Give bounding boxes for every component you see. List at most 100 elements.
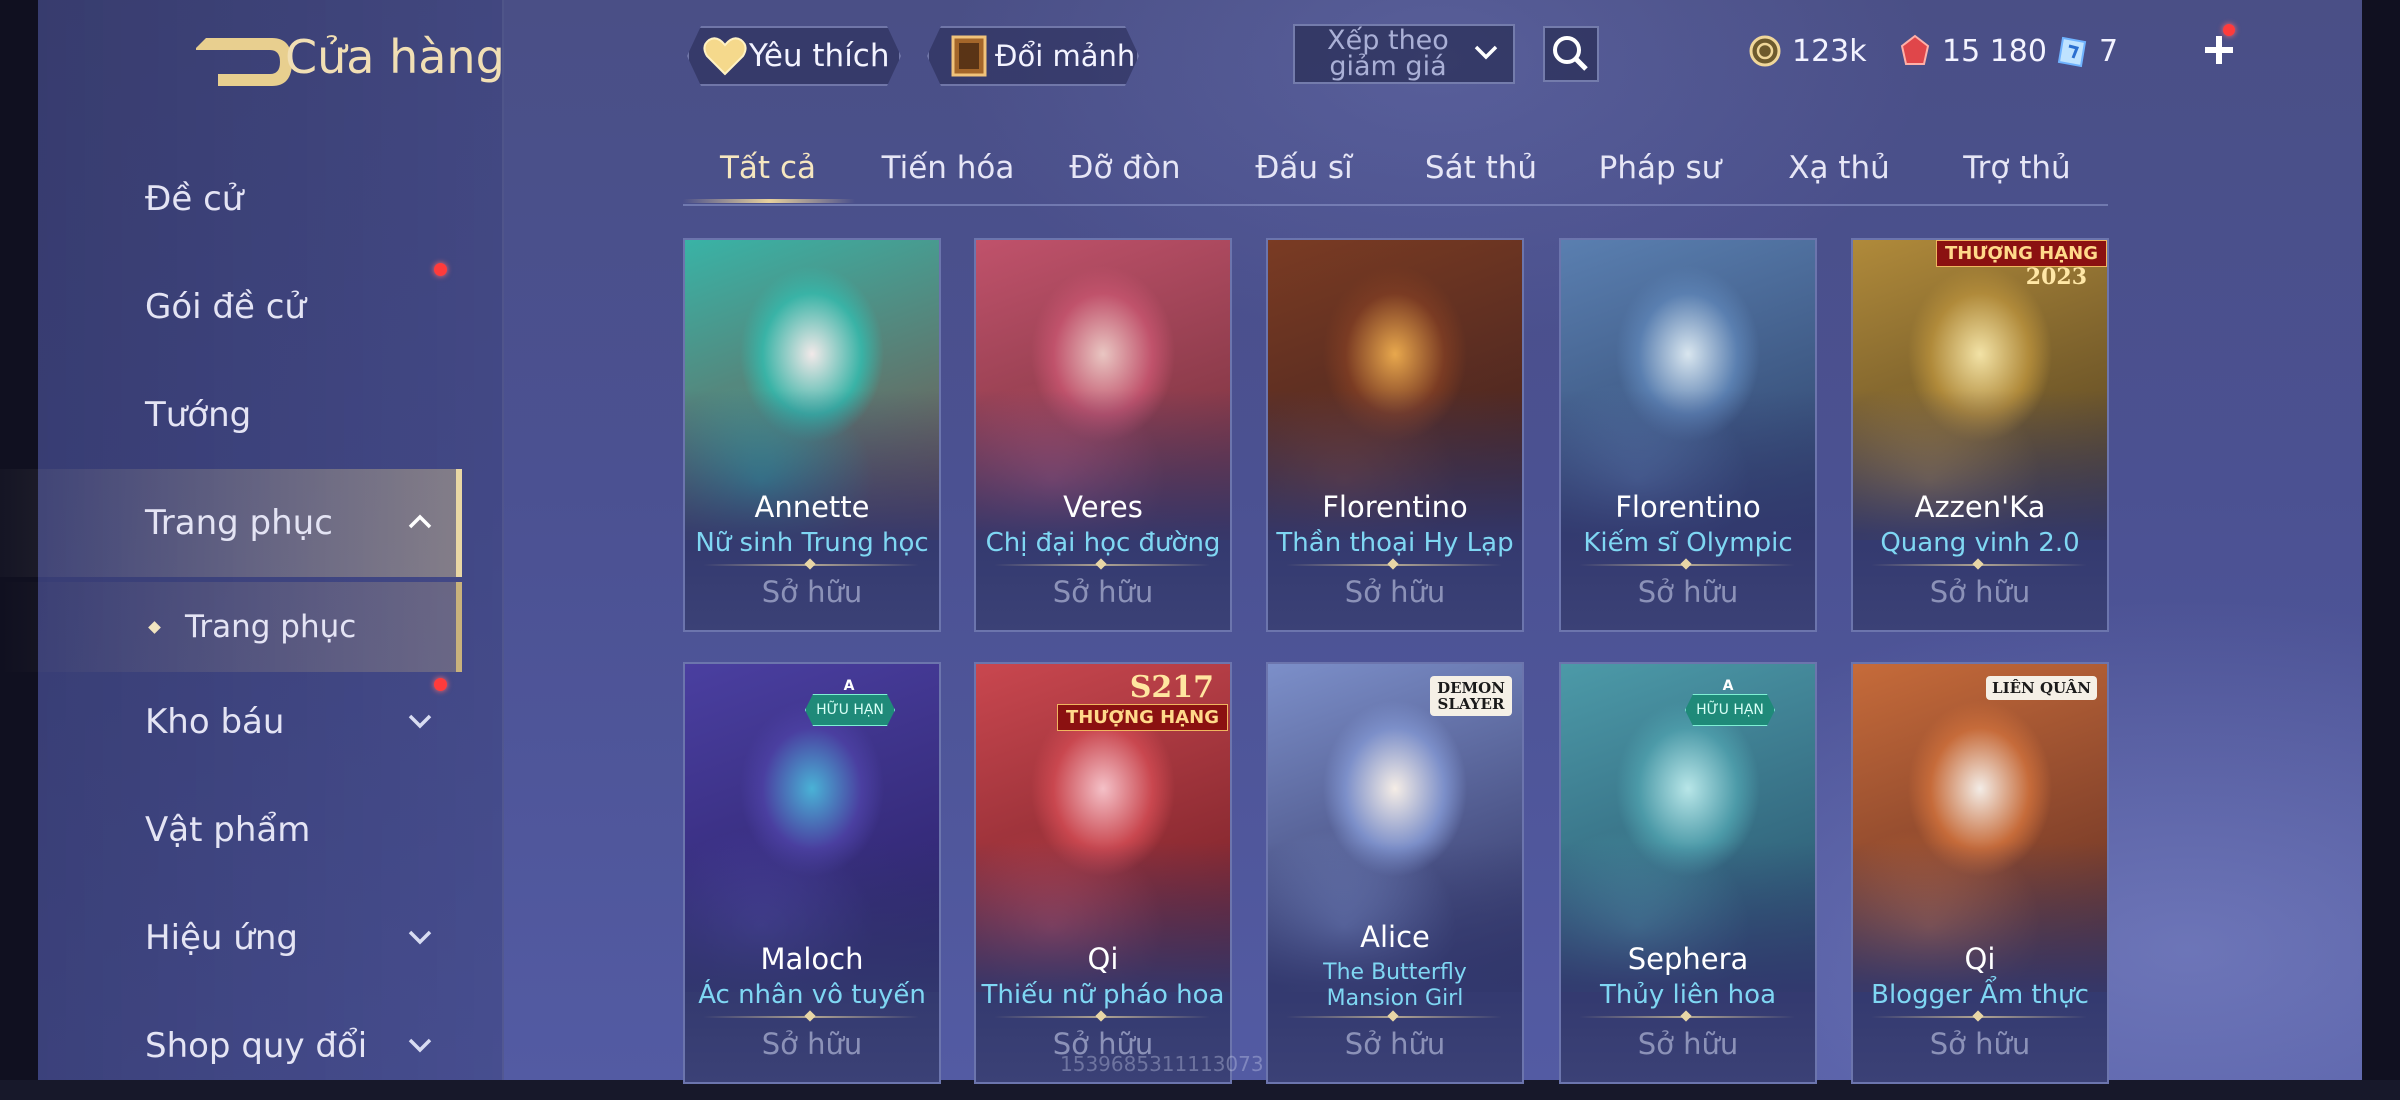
category-tabs: Tất cả Tiến hóa Đỡ đòn Đấu sĩ Sát thủ Ph… xyxy=(683,140,2108,206)
card-divider xyxy=(994,564,1210,566)
sidebar-item-heroes[interactable]: Tướng xyxy=(0,361,462,469)
chevron-down-icon xyxy=(408,714,432,729)
tab-tank[interactable]: Đỡ đòn xyxy=(1040,150,1210,200)
sidebar-item-label: Vật phẩm xyxy=(145,810,311,850)
hero-name: Annette xyxy=(754,490,870,524)
search-icon xyxy=(1553,36,1588,71)
skin-name: Kiếm sĩ Olympic xyxy=(1583,528,1793,558)
owned-status: Sở hữu xyxy=(1637,575,1739,609)
sidebar-item-label: Trang phục xyxy=(185,609,357,645)
skin-card[interactable]: Annette Nữ sinh Trung học Sở hữu xyxy=(683,238,941,632)
sidebar-item-effects[interactable]: Hiệu ứng xyxy=(0,884,462,992)
sidebar-item-recommended[interactable]: Đề cử xyxy=(0,145,462,253)
skin-card[interactable]: Florentino Thần thoại Hy Lạp Sở hữu xyxy=(1266,238,1524,632)
owned-status: Sở hữu xyxy=(1344,1027,1446,1061)
skin-name: Nữ sinh Trung học xyxy=(695,528,929,558)
voucher-amount: 7 xyxy=(2099,33,2119,69)
skin-card[interactable]: Alice The Butterfly Mansion Girl Sở hữu DEM… xyxy=(1266,662,1524,1084)
skin-card[interactable]: Veres Chị đại học đường Sở hữu xyxy=(974,238,1232,632)
voucher-icon xyxy=(2057,36,2087,68)
exchange-shards-button[interactable]: Đổi mảnh xyxy=(927,26,1139,86)
skin-name: Thiếu nữ pháo hoa xyxy=(981,980,1225,1010)
watermark: 1539685311113073 xyxy=(1060,1052,1264,1076)
season-badge: S217 xyxy=(1129,670,1214,705)
collab-logo: LIÊN QUÂN xyxy=(1986,676,2097,700)
sidebar-item-label: Tướng xyxy=(145,395,252,435)
sort-dropdown[interactable]: Xếp theo giảm giá xyxy=(1293,24,1515,84)
tab-mage[interactable]: Pháp sư xyxy=(1575,150,1745,200)
owned-status: Sở hữu xyxy=(1052,575,1154,609)
owned-status: Sở hữu xyxy=(1929,1027,2031,1061)
add-currency-button[interactable] xyxy=(2197,24,2241,72)
skin-card[interactable]: Qi Blogger Ẩm thực Sở hữu LIÊN QUÂN xyxy=(1851,662,2109,1084)
tab-label: Tất cả xyxy=(720,150,816,186)
sort-label: Xếp theo giảm giá xyxy=(1327,25,1449,82)
tab-label: Pháp sư xyxy=(1598,150,1722,186)
skin-card[interactable]: Florentino Kiếm sĩ Olympic Sở hữu xyxy=(1559,238,1817,632)
hero-name: Florentino xyxy=(1322,490,1468,524)
favorites-button[interactable]: Yêu thích xyxy=(687,26,901,86)
sidebar-item-exchange-shop[interactable]: Shop quy đổi xyxy=(0,992,462,1100)
tab-assassin[interactable]: Sát thủ xyxy=(1396,150,1566,200)
tab-fighter[interactable]: Đấu sĩ xyxy=(1219,150,1389,200)
sidebar-item-recommended-packs[interactable]: Gói đề cử xyxy=(0,253,462,361)
exchange-label: Đổi mảnh xyxy=(995,39,1136,73)
sidebar-item-skins[interactable]: Trang phục xyxy=(0,469,462,577)
year-badge: 2023 xyxy=(2025,264,2087,290)
card-divider xyxy=(1579,564,1795,566)
ruby-amount: 15 180 xyxy=(1942,33,2047,69)
skin-card[interactable]: Azzen'Ka Quang vinh 2.0 Sở hữu THƯỢNG HẠNG 2… xyxy=(1851,238,2109,632)
sidebar-subitem-skins[interactable]: Trang phục xyxy=(0,582,462,672)
limited-badge: HỮU HẠN xyxy=(1685,694,1775,726)
card-divider xyxy=(1871,1016,2087,1018)
skin-name: Ác nhân vô tuyến xyxy=(698,980,926,1010)
skin-name: The Butterfly Mansion Girl xyxy=(1323,960,1467,1011)
hero-name: Alice xyxy=(1360,920,1430,954)
shard-card-icon xyxy=(947,33,991,79)
gold-coin-icon xyxy=(1749,35,1781,67)
sidebar-item-label: Gói đề cử xyxy=(145,287,306,327)
hero-name: Veres xyxy=(1063,490,1143,524)
ruby-icon xyxy=(1900,34,1930,65)
owned-status: Sở hữu xyxy=(761,575,863,609)
skin-name: Quang vinh 2.0 xyxy=(1880,528,2080,558)
back-button[interactable] xyxy=(188,32,298,92)
skin-name: Thần thoại Hy Lạp xyxy=(1276,528,1514,558)
skin-name: Thủy liên hoa xyxy=(1600,980,1776,1010)
skin-card[interactable]: Sephera Thủy liên hoa Sở hữu A HỮU HẠN xyxy=(1559,662,1817,1084)
hero-name: Qi xyxy=(1087,942,1119,976)
tab-all[interactable]: Tất cả xyxy=(683,150,855,203)
voucher-currency: 7 xyxy=(2055,28,2118,74)
tab-label: Tiến hóa xyxy=(881,150,1015,186)
skin-card[interactable]: Qi Thiếu nữ pháo hoa Sở hữu THƯỢNG HẠNG S217 xyxy=(974,662,1232,1084)
notification-dot xyxy=(2223,24,2235,36)
card-divider xyxy=(994,1016,1210,1018)
tab-label: Sát thủ xyxy=(1424,150,1538,186)
sidebar-item-label: Shop quy đổi xyxy=(145,1026,368,1066)
owned-status: Sở hữu xyxy=(761,1027,863,1061)
tab-label: Trợ thủ xyxy=(1963,150,2071,186)
chevron-up-icon xyxy=(408,514,432,529)
hero-name: Azzen'Ka xyxy=(1914,490,2046,524)
active-tab-underline xyxy=(683,199,855,203)
owned-status: Sở hữu xyxy=(1929,575,2031,609)
card-divider xyxy=(1579,1016,1795,1018)
card-divider xyxy=(703,564,919,566)
sidebar-item-items[interactable]: Vật phẩm xyxy=(0,776,462,884)
search-button[interactable] xyxy=(1543,26,1599,82)
skin-card[interactable]: Maloch Ác nhân vô tuyến Sở hữu A HỮU HẠN xyxy=(683,662,941,1084)
notification-dot xyxy=(434,678,447,691)
tier-badge: A xyxy=(843,678,855,694)
sidebar-item-label: Kho báu xyxy=(145,702,285,742)
notification-dot xyxy=(434,263,447,276)
plus-icon xyxy=(2205,36,2233,64)
card-divider xyxy=(1286,564,1502,566)
owned-status: Sở hữu xyxy=(1344,575,1446,609)
tab-support[interactable]: Trợ thủ xyxy=(1932,150,2102,200)
sidebar-item-treasure[interactable]: Kho báu xyxy=(0,668,462,776)
limited-badge: HỮU HẠN xyxy=(805,694,895,726)
tab-marksman[interactable]: Xạ thủ xyxy=(1754,150,1924,200)
tab-label: Xạ thủ xyxy=(1788,150,1890,186)
tab-evolution[interactable]: Tiến hóa xyxy=(863,150,1033,200)
gold-currency: 123k xyxy=(1748,28,1867,74)
